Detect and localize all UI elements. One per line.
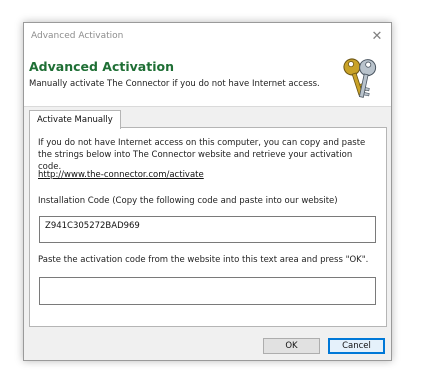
- cancel-button[interactable]: Cancel: [328, 338, 385, 354]
- ok-button[interactable]: OK: [263, 338, 320, 354]
- title-bar: Advanced Activation ✕: [24, 23, 391, 51]
- activation-code-label: Paste the activation code from the websi…: [38, 255, 369, 265]
- header-banner: Advanced Activation Manually activate Th…: [24, 51, 391, 107]
- tab-activate-manually[interactable]: Activate Manually: [29, 110, 121, 129]
- header-title: Advanced Activation: [29, 59, 174, 74]
- window-title: Advanced Activation: [31, 31, 124, 41]
- instructions-text: If you do not have Internet access on th…: [38, 138, 366, 172]
- close-button[interactable]: ✕: [367, 27, 387, 47]
- activate-manually-panel: If you do not have Internet access on th…: [29, 127, 387, 327]
- advanced-activation-dialog: Advanced Activation ✕ Advanced Activatio…: [23, 22, 392, 361]
- header-subtitle: Manually activate The Connector if you d…: [29, 79, 320, 89]
- installation-code-field[interactable]: Z941C305272BAD969: [39, 216, 376, 243]
- activation-code-input[interactable]: [39, 277, 376, 305]
- activation-website-link[interactable]: http://www.the-connector.com/activate: [38, 170, 204, 180]
- installation-code-label: Installation Code (Copy the following co…: [38, 196, 338, 206]
- keys-icon: [343, 58, 377, 98]
- installation-code-value: Z941C305272BAD969: [45, 221, 140, 231]
